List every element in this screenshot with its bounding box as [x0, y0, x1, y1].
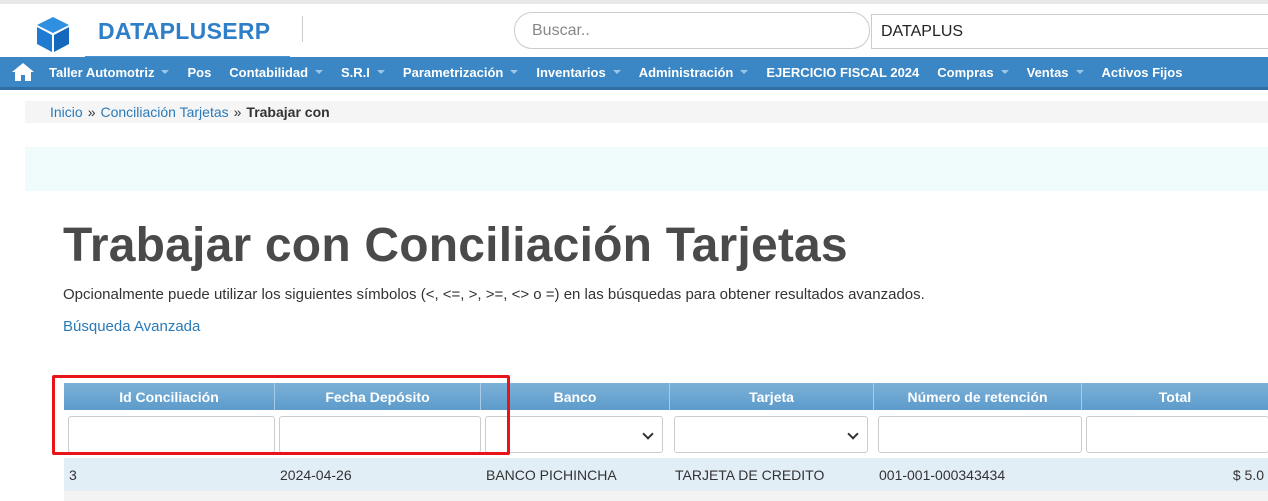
nav-item[interactable]: Contabilidad: [220, 56, 332, 89]
caret-down-icon: [376, 70, 385, 74]
nav-item[interactable]: EJERCICIO FISCAL 2024: [757, 56, 928, 89]
nav-item-label: EJERCICIO FISCAL 2024: [766, 64, 920, 80]
column-header-banco[interactable]: Banco: [481, 383, 670, 410]
table-row[interactable]: 3 2024-04-26 BANCO PICHINCHA TARJETA DE …: [64, 458, 1268, 491]
caret-down-icon: [1000, 70, 1009, 74]
breadcrumb-current: Trabajar con: [246, 104, 330, 120]
nav-item-label: Compras: [937, 64, 994, 80]
cell-fecha: 2024-04-26: [280, 466, 352, 483]
breadcrumb-section[interactable]: Conciliación Tarjetas: [100, 104, 228, 120]
column-header-tarjeta[interactable]: Tarjeta: [670, 383, 874, 410]
breadcrumb-home[interactable]: Inicio: [50, 104, 83, 120]
advanced-search-link[interactable]: Búsqueda Avanzada: [63, 318, 200, 335]
column-header-retencion[interactable]: Número de retención: [874, 383, 1082, 410]
caret-down-icon: [510, 70, 519, 74]
search-input[interactable]: [514, 12, 870, 49]
header-divider: [302, 16, 303, 42]
nav-items: Taller Automotriz Pos Contabilidad S.R.I Par…: [40, 56, 1191, 89]
search-hint: Opcionalmente puede utilizar los siguien…: [63, 286, 925, 303]
nav-item-label: Parametrización: [402, 64, 504, 80]
caret-down-icon: [161, 70, 170, 74]
breadcrumb-separator: »: [233, 104, 242, 120]
nav-item-label: Administración: [638, 64, 734, 80]
filter-tarjeta-select[interactable]: [674, 415, 868, 453]
page-title: Trabajar con Conciliación Tarjetas: [63, 219, 848, 272]
grid-header: Id Conciliación Fecha Depósito Banco Tar…: [64, 383, 1268, 410]
nav-item[interactable]: Administración: [630, 56, 758, 89]
cell-total: $ 5.0: [1232, 466, 1264, 483]
nav-item-label: Ventas: [1026, 64, 1069, 80]
nav-item-label: S.R.I: [341, 64, 370, 80]
filter-id-input[interactable]: [68, 415, 275, 453]
column-header-id[interactable]: Id Conciliación: [64, 383, 275, 410]
table-row: [64, 491, 1268, 501]
main-nav: Taller Automotriz Pos Contabilidad S.R.I Par…: [0, 57, 1268, 90]
filter-retencion-input[interactable]: [878, 415, 1082, 453]
breadcrumb-separator: »: [87, 104, 96, 120]
nav-item[interactable]: Taller Automotriz: [40, 56, 178, 89]
column-header-total[interactable]: Total: [1082, 383, 1268, 410]
home-button[interactable]: [0, 56, 40, 89]
cell-banco: BANCO PICHINCHA: [486, 466, 617, 483]
cell-retencion: 001-001-000343434: [879, 466, 1006, 483]
filter-banco-select[interactable]: [485, 415, 663, 453]
breadcrumb: Inicio» Conciliación Tarjetas» Trabajar co…: [25, 101, 1268, 123]
nav-item[interactable]: Parametrización: [394, 56, 527, 89]
nav-item-label: Pos: [187, 64, 212, 80]
cell-tarjeta: TARJETA DE CREDITO: [675, 466, 825, 483]
filter-fecha-input[interactable]: [279, 415, 481, 453]
nav-item[interactable]: Activos Fijos: [1093, 56, 1192, 89]
nav-item[interactable]: Compras: [928, 56, 1017, 89]
cube-logo-icon[interactable]: [33, 14, 73, 54]
nav-item-label: Inventarios: [536, 64, 606, 80]
nav-item[interactable]: Ventas: [1018, 56, 1093, 89]
nav-item[interactable]: Pos: [178, 56, 220, 89]
app-header: DATAPLUSERP: [0, 0, 1268, 58]
filter-total-input[interactable]: [1086, 415, 1268, 453]
nav-item-label: Activos Fijos: [1101, 64, 1183, 80]
nav-item-label: Contabilidad: [229, 64, 309, 80]
nav-item[interactable]: S.R.I: [332, 56, 394, 89]
chevron-down-icon: [847, 427, 859, 440]
chevron-down-icon: [642, 427, 654, 440]
caret-down-icon: [315, 70, 324, 74]
company-field[interactable]: [871, 14, 1268, 49]
results-grid: Id Conciliación Fecha Depósito Banco Tar…: [64, 383, 1268, 501]
caret-down-icon: [1075, 70, 1084, 74]
nav-item-label: Taller Automotriz: [49, 64, 155, 80]
home-icon: [12, 63, 34, 81]
column-header-fecha[interactable]: Fecha Depósito: [275, 383, 481, 410]
cell-id: 3: [69, 466, 77, 483]
filter-row: [64, 410, 1268, 458]
message-band: [25, 147, 1268, 191]
brand-name[interactable]: DATAPLUSERP: [98, 18, 270, 45]
caret-down-icon: [740, 70, 749, 74]
nav-item[interactable]: Inventarios: [527, 56, 629, 89]
caret-down-icon: [612, 70, 621, 74]
